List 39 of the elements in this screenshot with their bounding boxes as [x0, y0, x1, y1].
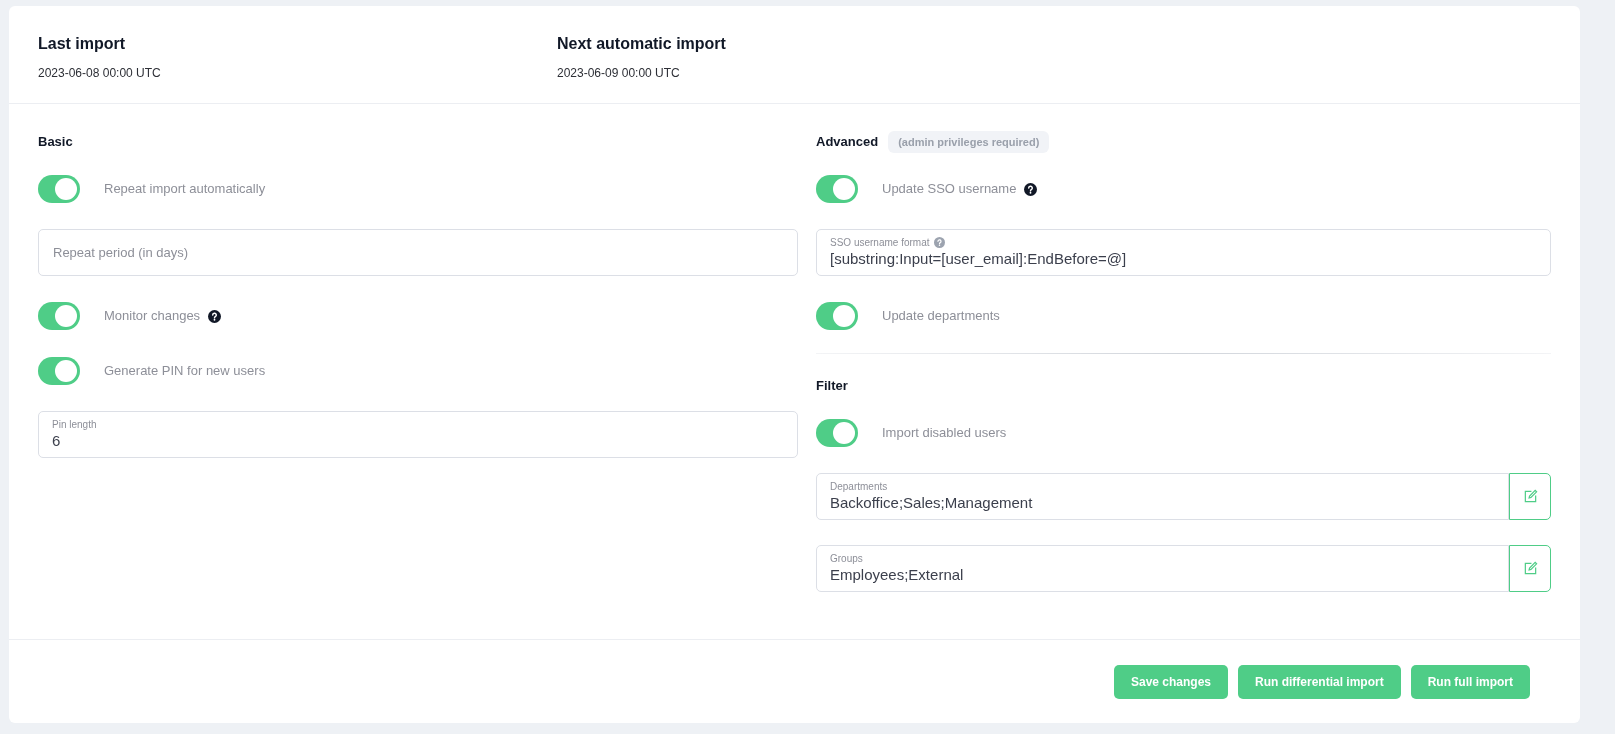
toggle-label: Repeat import automatically — [104, 180, 266, 199]
toggle-switch[interactable] — [38, 175, 80, 203]
field-label: SSO username format — [830, 236, 930, 249]
input-field[interactable]: Repeat period (in days) — [38, 229, 798, 276]
toggle-label: Generate PIN for new users — [104, 362, 266, 381]
edit-icon — [1522, 561, 1538, 576]
info-value: 2023-06-09 00:00 UTC — [557, 65, 681, 82]
help-icon[interactable] — [1024, 182, 1038, 196]
input-field[interactable]: Departments Backoffice;Sales;Management — [816, 473, 1509, 520]
edit-icon — [1522, 489, 1538, 504]
toggle-label: Monitor changes — [104, 307, 201, 326]
toggle-label: Import disabled users — [882, 424, 1007, 443]
toggle-switch[interactable] — [38, 357, 80, 385]
toggle-label: Update departments — [882, 307, 1000, 326]
toggle-switch[interactable] — [38, 302, 80, 330]
field-label: Pin length — [52, 418, 97, 431]
section-title: Advanced — [816, 133, 879, 152]
field-label: Groups — [830, 552, 864, 565]
field-label: Departments — [830, 480, 889, 493]
toggle-switch[interactable] — [816, 419, 858, 447]
field-value: 6 — [52, 431, 62, 451]
toggle-switch[interactable] — [816, 302, 858, 330]
info-title: Next automatic import — [557, 34, 727, 54]
input-field[interactable]: Pin length 6 — [38, 411, 798, 458]
admin-badge: (admin privileges required) — [888, 130, 1050, 154]
info-value: 2023-06-08 00:00 UTC — [38, 65, 162, 82]
edit-button[interactable] — [1509, 473, 1551, 520]
section-title: Filter — [816, 377, 848, 396]
field-value: Backoffice;Sales;Management — [830, 493, 1034, 513]
field-value: [substring:Input=[user_email]:EndBefore=@] — [830, 249, 1128, 269]
field-value: Employees;External — [830, 565, 965, 585]
help-icon[interactable] — [208, 309, 222, 323]
input-field[interactable]: SSO username format [substring:Input=[user_email]:EndBefore=@] — [816, 229, 1551, 276]
toggle-switch[interactable] — [816, 175, 858, 203]
edit-button[interactable] — [1509, 545, 1551, 592]
toggle-label: Update SSO username — [882, 180, 1017, 199]
input-field[interactable]: Groups Employees;External — [816, 545, 1509, 592]
info-title: Last import — [38, 34, 127, 54]
section-title: Basic — [38, 133, 73, 152]
